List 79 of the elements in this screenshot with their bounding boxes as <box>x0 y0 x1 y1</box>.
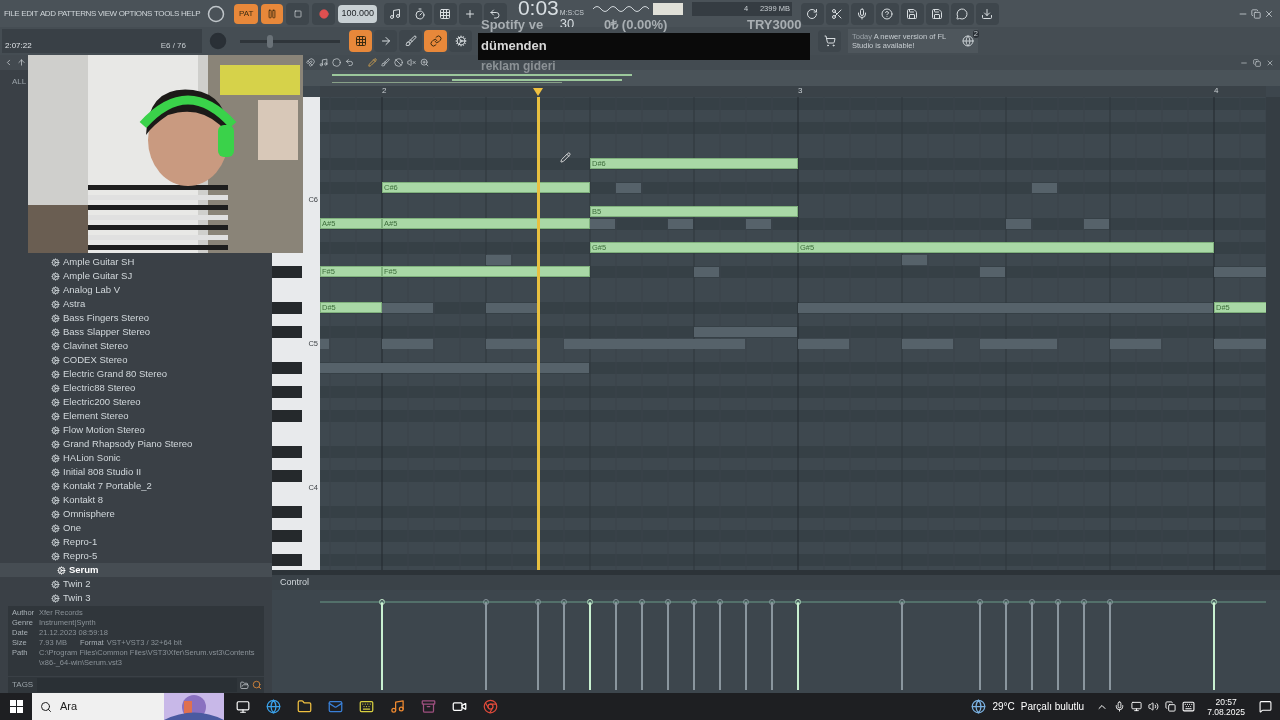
menu-item[interactable]: VIEW <box>97 7 117 20</box>
browser-item[interactable]: Bass Fingers Stereo <box>0 311 272 325</box>
browser-item[interactable]: Element Stereo <box>0 409 272 423</box>
browser-item[interactable]: Repro-5 <box>0 549 272 563</box>
plugin-name: Bass Slapper Stereo <box>63 325 151 339</box>
plugin-name: One <box>63 521 81 535</box>
search-placeholder: Ara <box>60 699 78 715</box>
menu-item[interactable]: OPTIONS <box>118 7 152 20</box>
clock[interactable]: 20:57 7.08.2025 <box>1207 696 1245 717</box>
browser-item[interactable]: Repro-1 <box>0 535 272 549</box>
alert-footer: reklam gideri <box>481 59 556 73</box>
plugin-name: Kontakt 8 <box>63 493 104 507</box>
menu-item[interactable]: FILE <box>4 7 20 20</box>
plugin-name: Analog Lab V <box>63 283 121 297</box>
tags-label: TAGS <box>11 679 35 691</box>
browser-item[interactable]: Kontakt 8 <box>0 493 272 507</box>
search-field[interactable]: Ara <box>32 693 224 720</box>
browser-item[interactable]: Twin 2 <box>0 577 272 591</box>
browser-item[interactable]: Omnisphere <box>0 507 272 521</box>
browser-item[interactable]: Flow Motion Stereo <box>0 423 272 437</box>
bar-number: 2 <box>382 86 387 96</box>
menu-item[interactable]: TOOLS <box>154 7 179 20</box>
plugin-name: Serum <box>69 563 99 577</box>
browser-item[interactable]: Clavinet Stereo <box>0 339 272 353</box>
plugin-name: Flow Motion Stereo <box>63 423 145 437</box>
tempo-display[interactable]: 100.000 <box>338 4 377 23</box>
hint-note: E6 / 76 <box>160 40 186 52</box>
browser-tab[interactable]: ALL <box>12 76 27 88</box>
alert-amount: 0₺ (0.00%) <box>604 17 668 32</box>
weather-temperature: 29°C <box>992 700 1015 714</box>
plugin-name: Ample Guitar SJ <box>63 269 133 283</box>
control-dropdown[interactable]: Control <box>280 575 309 590</box>
browser-item[interactable]: Kontakt 7 Portable_2 <box>0 479 272 493</box>
browser-item[interactable]: Astra <box>0 297 272 311</box>
browser-item[interactable]: Serum <box>0 563 272 577</box>
plugin-name: CODEX Stereo <box>63 353 128 367</box>
alert-code: TRY3000 <box>747 17 802 32</box>
bar-number: 3 <box>798 86 803 96</box>
plugin-name: Repro-1 <box>63 535 98 549</box>
plugin-name: Bass Fingers Stereo <box>63 311 150 325</box>
menu-item[interactable]: ADD <box>39 7 56 20</box>
menu-item[interactable]: EDIT <box>21 7 38 20</box>
plugin-name: Electric Grand 80 Stereo <box>63 367 168 381</box>
browser-item[interactable]: Electric Grand 80 Stereo <box>0 367 272 381</box>
weather-condition: Parçalı bulutlu <box>1020 700 1085 714</box>
browser-item[interactable]: Electric200 Stereo <box>0 395 272 409</box>
plugin-name: Initial 808 Studio II <box>63 465 142 479</box>
browser-item[interactable]: One <box>0 521 272 535</box>
browser-item[interactable]: Electric88 Stereo <box>0 381 272 395</box>
pattern-toggle[interactable]: PAT <box>234 3 259 24</box>
menu-item[interactable]: HELP <box>181 7 201 20</box>
plugin-name: HALion Sonic <box>63 451 121 465</box>
plugin-name: Clavinet Stereo <box>63 339 128 353</box>
plugin-name: Electric88 Stereo <box>63 381 136 395</box>
browser-item[interactable]: Grand Rhapsody Piano Stereo <box>0 437 272 451</box>
song-time: 0:03 <box>517 0 559 20</box>
browser-item[interactable]: Bass Slapper Stereo <box>0 325 272 339</box>
plugin-name: Kontakt 7 Portable_2 <box>63 479 152 493</box>
browser-item[interactable]: Ample Guitar SJ <box>0 269 272 283</box>
browser-item[interactable]: Twin 3 <box>0 591 272 605</box>
plugin-name: Ample Guitar SH <box>63 255 135 269</box>
browser-item[interactable]: HALion Sonic <box>0 451 272 465</box>
plugin-name: Omnisphere <box>63 507 115 521</box>
browser-item[interactable]: Initial 808 Studio II <box>0 465 272 479</box>
plugin-name: Twin 2 <box>63 577 91 591</box>
alert-message: dümenden <box>481 38 547 53</box>
plugin-name: Repro-5 <box>63 549 98 563</box>
plugin-name: Grand Rhapsody Piano Stereo <box>63 437 193 451</box>
menu-item[interactable]: PATTERNS <box>57 7 96 20</box>
browser-item[interactable]: Analog Lab V <box>0 283 272 297</box>
hint-position: 2:07:22 <box>5 40 32 52</box>
alert-title: Spotify ve <box>481 17 544 32</box>
bar-number: 4 <box>1214 86 1219 96</box>
plugin-name: Astra <box>63 297 86 311</box>
browser-item[interactable]: CODEX Stereo <box>0 353 272 367</box>
plugin-name: Twin 3 <box>63 591 91 605</box>
plugin-name: Element Stereo <box>63 409 129 423</box>
plugin-name: Electric200 Stereo <box>63 395 141 409</box>
browser-item[interactable]: Ample Guitar SH <box>0 255 272 269</box>
